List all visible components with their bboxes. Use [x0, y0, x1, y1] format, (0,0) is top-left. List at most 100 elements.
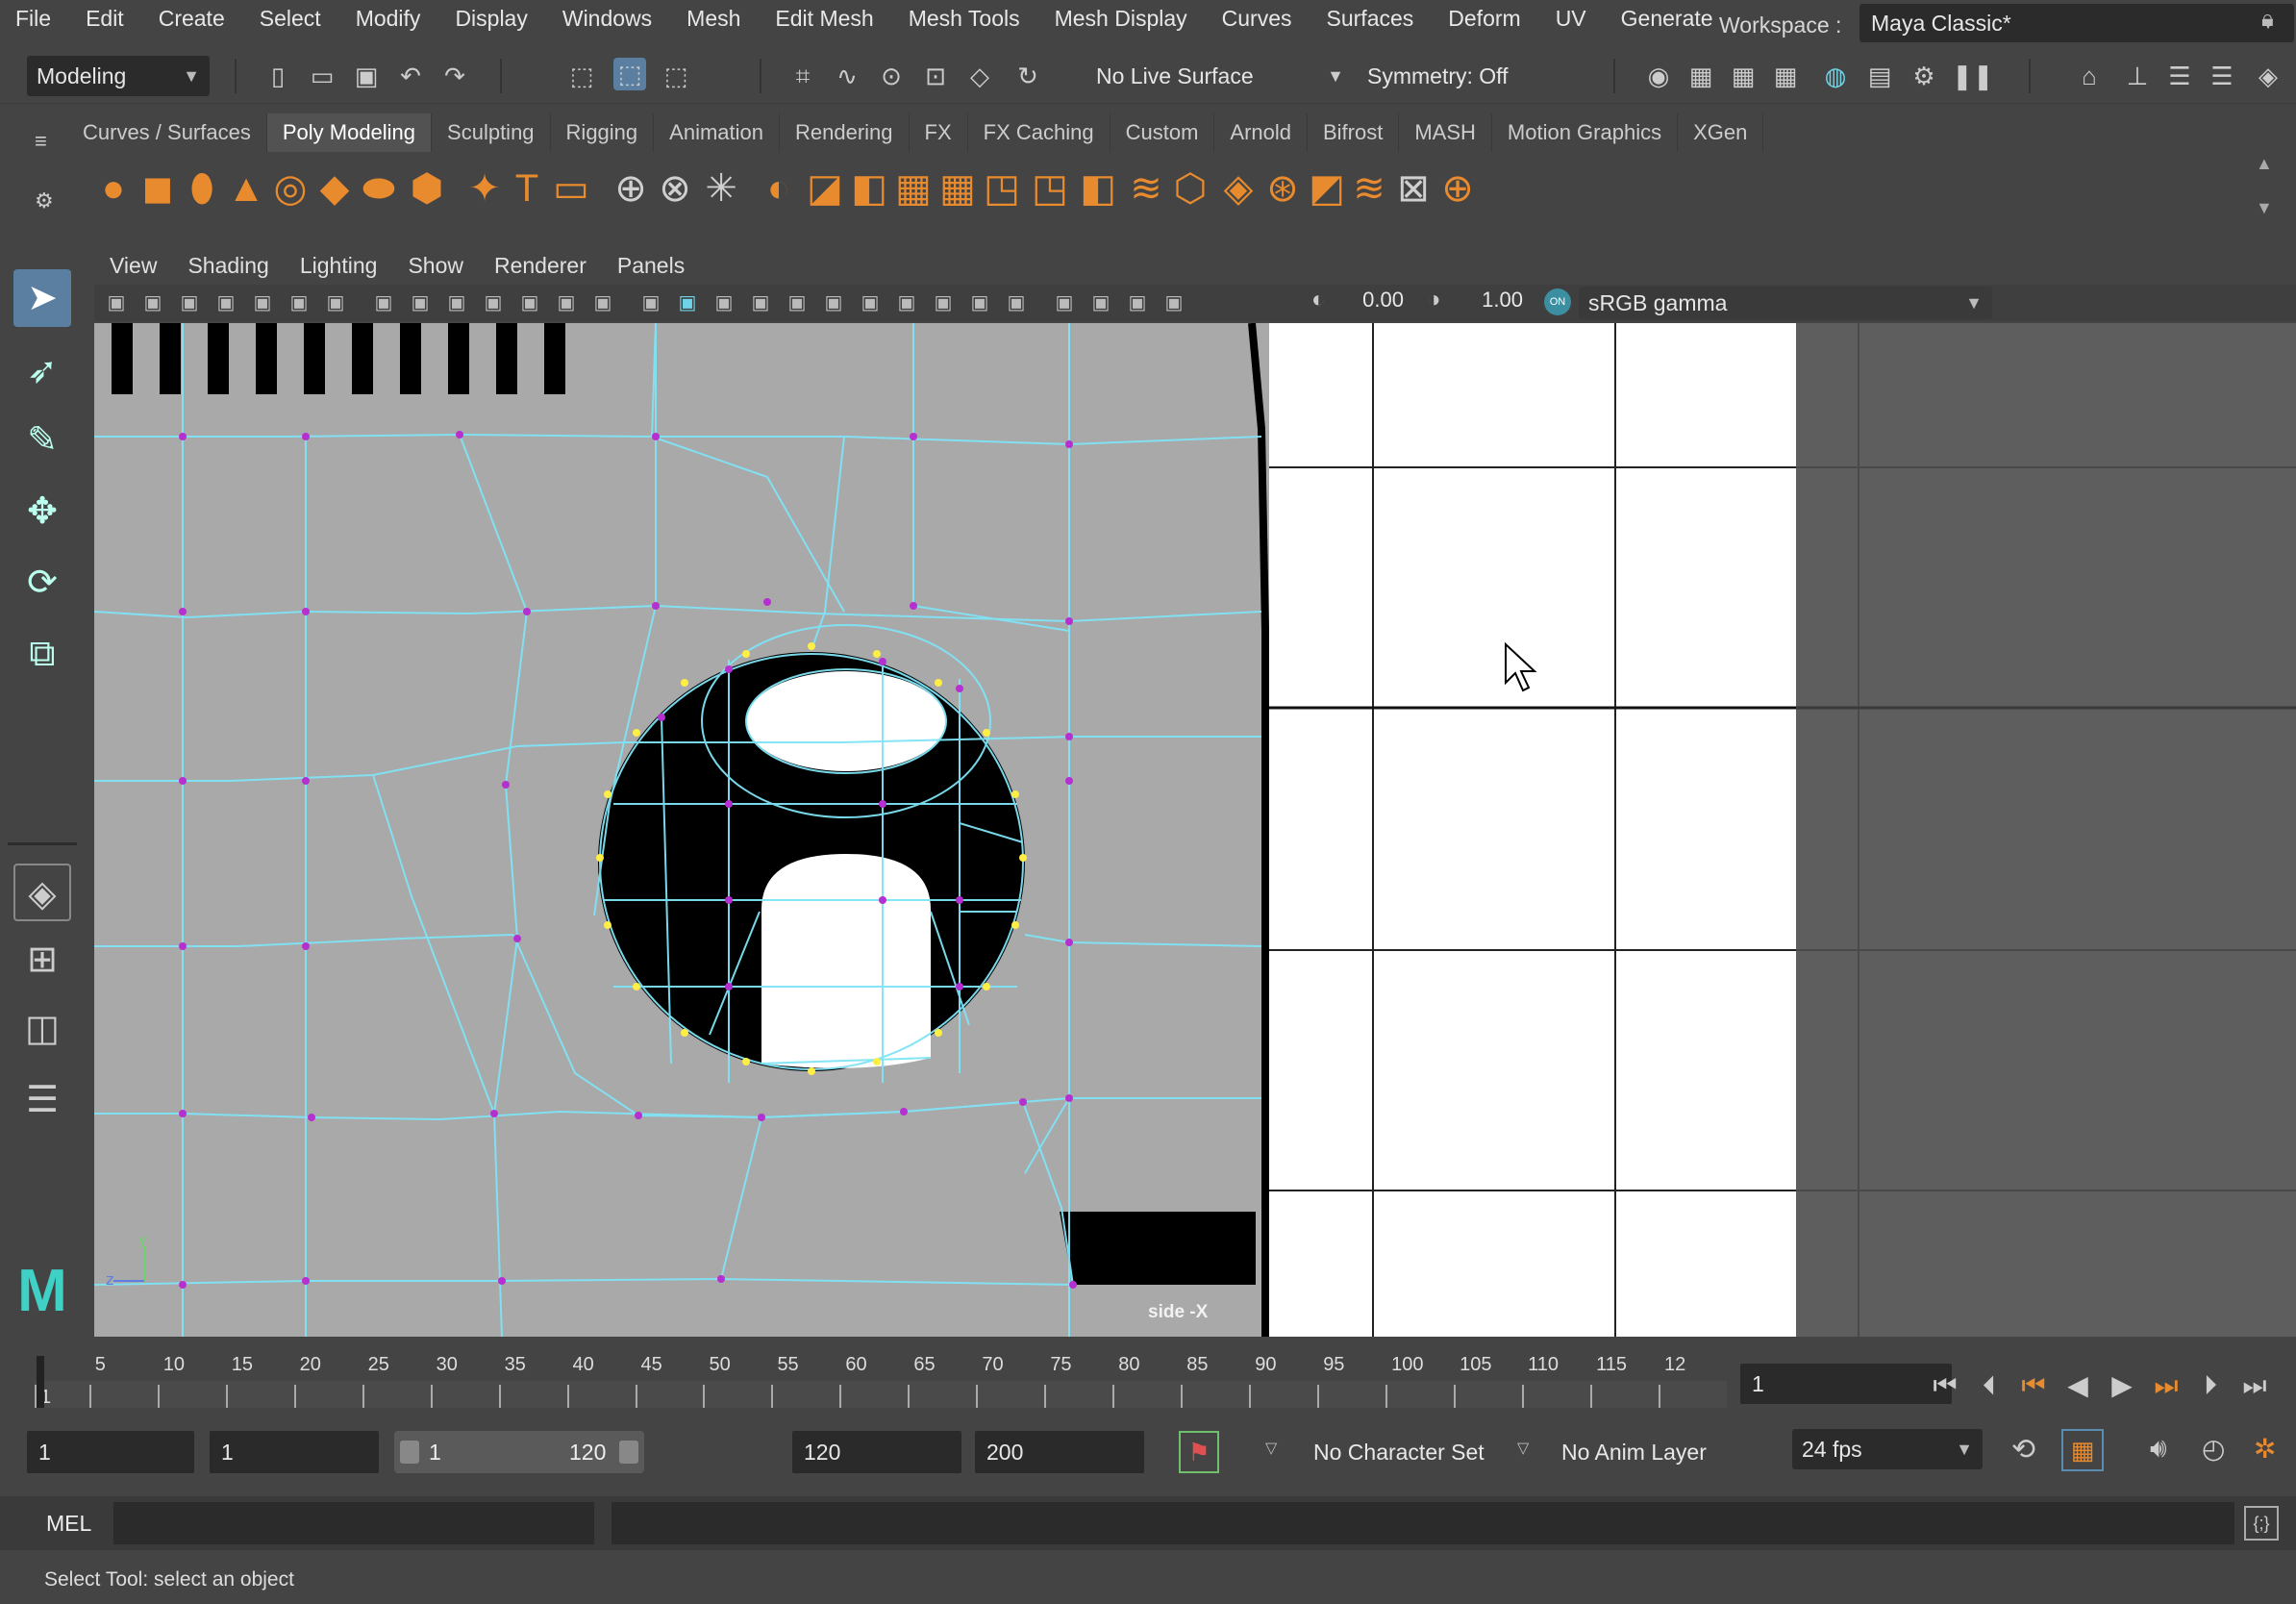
select-object-icon[interactable]: ⬚ — [613, 58, 646, 90]
shelf-tab-rendering[interactable]: Rendering — [780, 113, 910, 152]
range-slider[interactable]: 1 120 — [394, 1431, 644, 1473]
camera-icon[interactable]: ▣ — [102, 288, 131, 317]
safe-action-icon[interactable]: ▣ — [552, 288, 581, 317]
modeling-viewport[interactable]: z y side -X — [94, 323, 2296, 1337]
shadows-icon[interactable]: ▣ — [856, 288, 885, 317]
uv-editor-icon[interactable]: ⊕ — [1433, 163, 1483, 213]
outliner-icon[interactable]: ☰ — [13, 1071, 71, 1129]
snap-curve-icon[interactable]: ∿ — [831, 60, 863, 92]
command-input[interactable] — [113, 1502, 594, 1544]
color-management-toggle[interactable]: ON — [1544, 288, 1571, 315]
sound-icon[interactable]: 🔊︎ — [2150, 1433, 2167, 1465]
pause-icon[interactable]: ❚❚ — [1952, 60, 1994, 92]
render-settings-icon[interactable]: ▦ — [1769, 60, 1802, 92]
range-slider-start-handle[interactable] — [400, 1441, 419, 1464]
paint-select-icon[interactable]: ✎ — [13, 412, 71, 469]
menu-curves[interactable]: Curves — [1205, 6, 1310, 32]
svg-tool-icon[interactable]: ▭ — [546, 163, 596, 213]
smooth-icon[interactable]: ▦ — [888, 163, 938, 213]
reset-pivot-icon[interactable]: ✳ — [696, 163, 746, 213]
safe-title-icon[interactable]: ▣ — [588, 288, 617, 317]
bridge-icon[interactable]: ◳ — [1025, 163, 1075, 213]
use-lights-icon[interactable]: ▣ — [819, 288, 848, 317]
two-view-icon[interactable]: ◫ — [13, 1000, 71, 1058]
menu-edit[interactable]: Edit — [68, 6, 141, 32]
shelf-tab-fx[interactable]: FX — [910, 113, 968, 152]
animation-end-field[interactable]: 200 — [975, 1431, 1144, 1473]
poly-cone-icon[interactable]: ▲ — [221, 163, 271, 213]
auto-key-icon[interactable]: ⚑ — [1179, 1431, 1219, 1473]
current-frame-field[interactable]: 1 — [1740, 1364, 1952, 1404]
poly-disc-icon[interactable]: ⬬ — [354, 163, 404, 213]
cache-playback-icon[interactable]: ▦ — [2061, 1429, 2104, 1471]
snap-grid-icon[interactable]: ⌗ — [786, 60, 819, 92]
menu-surfaces[interactable]: Surfaces — [1310, 6, 1432, 32]
shelf-tab-arnold[interactable]: Arnold — [1214, 113, 1308, 152]
shelf-tab-mash[interactable]: MASH — [1399, 113, 1492, 152]
gate-mask-icon[interactable]: ▣ — [479, 288, 508, 317]
mirror-icon[interactable]: ◧ — [844, 163, 894, 213]
menu-mesh-display[interactable]: Mesh Display — [1037, 6, 1205, 32]
wireframe-icon[interactable]: ▣ — [636, 288, 665, 317]
scale-tool-icon[interactable]: ⧉ — [13, 625, 71, 683]
render-view-icon[interactable]: ◉ — [1642, 60, 1675, 92]
menu-modify[interactable]: Modify — [338, 6, 438, 32]
ipr-render-icon[interactable]: ▦ — [1727, 60, 1759, 92]
shelf-tab-poly-modeling[interactable]: Poly Modeling — [266, 113, 433, 152]
color-space-select[interactable]: sRGB gamma ▼ — [1579, 287, 1992, 319]
snap-rotate-icon[interactable]: ↻ — [1011, 60, 1044, 92]
resolution-gate-icon[interactable]: ▣ — [442, 288, 471, 317]
shelf-tab-animation[interactable]: Animation — [654, 113, 780, 152]
combine-icon[interactable]: ◐ — [754, 163, 804, 213]
tool-settings-icon[interactable]: ☰ — [2163, 60, 2196, 92]
animation-preferences-icon[interactable]: ◴ — [2202, 1433, 2225, 1465]
isolate-select-icon[interactable]: ▣ — [1050, 288, 1079, 317]
step-forward-frame-icon[interactable]: ⏵︎ — [2192, 1369, 2229, 1402]
chevron-down-icon[interactable]: ▼ — [1319, 60, 1352, 92]
shelf-settings-icon[interactable]: ⚙ — [35, 188, 54, 213]
lock-icon[interactable]: 🔒︎ — [2261, 6, 2286, 35]
screen-space-ao-icon[interactable]: ▣ — [892, 288, 921, 317]
boolean-icon[interactable]: ◧ — [1073, 163, 1123, 213]
current-time-marker[interactable] — [37, 1356, 44, 1408]
2d-pan-icon[interactable]: ▣ — [285, 288, 313, 317]
light-editor-icon[interactable]: ⚙ — [1908, 60, 1940, 92]
lock-camera-icon[interactable]: ▣ — [138, 288, 167, 317]
modeling-toolkit-icon[interactable]: ⌂ — [2073, 60, 2106, 92]
exposure-field[interactable]: 0.00 — [1340, 288, 1404, 316]
smooth-shade-icon[interactable]: ▣ — [673, 288, 702, 317]
workspace-select[interactable]: Maya Classic* ▼ — [1859, 4, 2294, 42]
insert-loop-icon[interactable]: ≋ — [1121, 163, 1171, 213]
poly-cube-icon[interactable]: ◼ — [133, 163, 183, 213]
snap-view-icon[interactable]: ⊡ — [919, 60, 952, 92]
field-chart-icon[interactable]: ▣ — [515, 288, 544, 317]
xray-active-icon[interactable]: ▣ — [1160, 288, 1188, 317]
menu-deform[interactable]: Deform — [1431, 6, 1537, 32]
panel-menu-panels[interactable]: Panels — [602, 248, 700, 283]
sweep-mesh-icon[interactable]: ⊕ — [606, 163, 656, 213]
xray-icon[interactable]: ▣ — [1086, 288, 1115, 317]
step-forward-key-icon[interactable]: ⏭ — [2148, 1369, 2184, 1402]
attribute-editor-icon[interactable]: ⊥ — [2121, 60, 2154, 92]
chevron-down-icon[interactable]: ▽ — [1517, 1439, 1529, 1458]
multi-cut-icon[interactable]: ◈ — [1213, 163, 1263, 213]
play-backwards-icon[interactable]: ◀ — [2059, 1369, 2096, 1402]
panel-menu-lighting[interactable]: Lighting — [285, 248, 393, 283]
open-scene-icon[interactable]: ▭ — [306, 60, 338, 92]
shelf-tab-xgen[interactable]: XGen — [1678, 113, 1764, 152]
motion-blur-icon[interactable]: ▣ — [929, 288, 958, 317]
xray-joints-icon[interactable]: ▣ — [1123, 288, 1152, 317]
shelf-tab-curves-surfaces[interactable]: Curves / Surfaces — [67, 113, 267, 152]
shelf-tab-fx-caching[interactable]: FX Caching — [968, 113, 1111, 152]
menu-select[interactable]: Select — [242, 6, 338, 32]
panel-menu-shading[interactable]: Shading — [172, 248, 284, 283]
bevel-edge-icon[interactable]: ⊠ — [1388, 163, 1438, 213]
rotate-tool-icon[interactable]: ⟳ — [13, 554, 71, 612]
command-language-label[interactable]: MEL — [46, 1502, 91, 1544]
lasso-tool-icon[interactable]: ➶ — [13, 342, 71, 400]
menu-generate[interactable]: Generate — [1604, 6, 1731, 32]
channel-box-icon[interactable]: ☰ — [2206, 60, 2238, 92]
save-scene-icon[interactable]: ▣ — [350, 60, 383, 92]
poly-sphere-icon[interactable]: ● — [88, 163, 138, 213]
render-setup-icon[interactable]: ▤ — [1863, 60, 1896, 92]
